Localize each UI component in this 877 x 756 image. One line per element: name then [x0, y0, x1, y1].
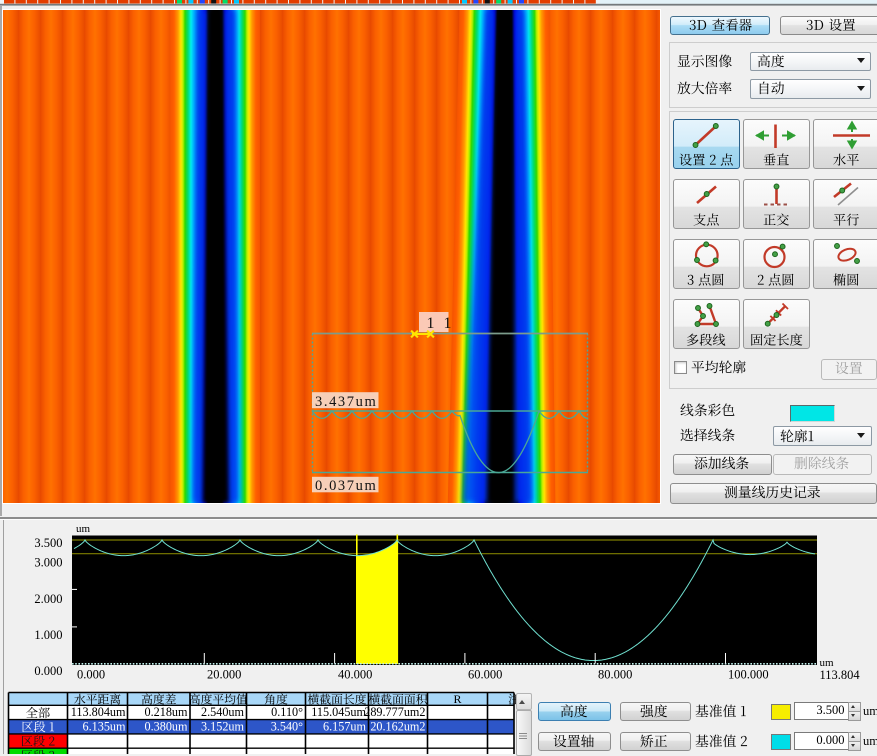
svg-text:113.804um: 113.804um [71, 705, 126, 719]
svg-text:100.000: 100.000 [728, 668, 769, 682]
svg-text:3.437um: 3.437um [315, 394, 377, 410]
svg-text:2.000: 2.000 [34, 592, 62, 606]
svg-text:3.000: 3.000 [34, 556, 62, 570]
svg-text:6.135um: 6.135um [83, 719, 127, 733]
svg-text:R: R [453, 692, 461, 706]
svg-text:115.045um: 115.045um [311, 705, 366, 719]
svg-text:0.110°: 0.110° [271, 705, 303, 719]
svg-text:0.380um: 0.380um [145, 719, 189, 733]
svg-text:3.540°: 3.540° [271, 719, 303, 733]
svg-text:40.000: 40.000 [338, 668, 372, 682]
svg-text:0.218um: 0.218um [145, 705, 189, 719]
svg-text:60.000: 60.000 [468, 668, 502, 682]
svg-text:6.157um: 6.157um [323, 719, 367, 733]
svg-text:3.500: 3.500 [34, 536, 62, 550]
svg-text:20.000: 20.000 [207, 668, 241, 682]
svg-text:0.037um: 0.037um [315, 478, 377, 494]
svg-text:0.000: 0.000 [34, 664, 62, 678]
svg-text:289.777um2: 289.777um2 [364, 705, 425, 719]
svg-text:3.152um: 3.152um [201, 719, 245, 733]
svg-text:1.000: 1.000 [34, 628, 62, 642]
svg-text:20.162um2: 20.162um2 [370, 719, 425, 733]
svg-text:80.000: 80.000 [598, 668, 632, 682]
svg-text:2.540um: 2.540um [201, 705, 245, 719]
svg-text:1 1: 1 1 [427, 315, 455, 332]
svg-text:0.000: 0.000 [77, 668, 105, 682]
svg-text:113.804: 113.804 [820, 668, 861, 682]
svg-text:um: um [76, 523, 91, 535]
